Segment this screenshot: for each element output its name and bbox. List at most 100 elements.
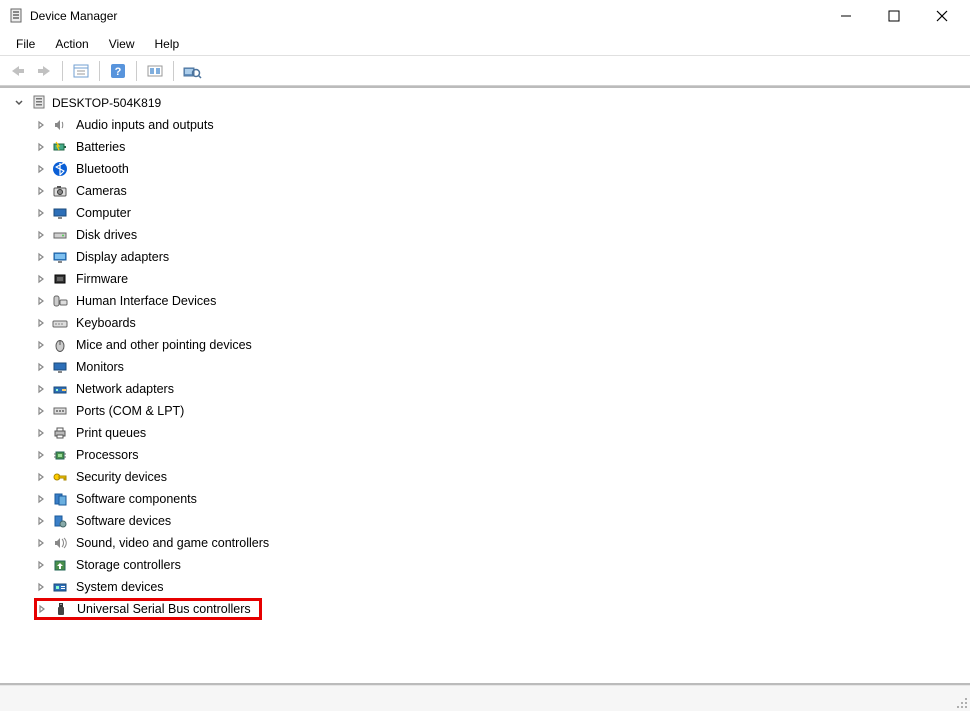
tree-node[interactable]: Network adapters <box>6 378 970 400</box>
resize-grip[interactable] <box>952 686 970 711</box>
tree-node[interactable]: Keyboards <box>6 312 970 334</box>
expand-icon[interactable] <box>36 472 50 482</box>
tree-node-label[interactable]: Batteries <box>74 139 127 155</box>
swdev-icon <box>50 512 70 530</box>
expand-icon[interactable] <box>36 340 50 350</box>
tree-node[interactable]: Print queues <box>6 422 970 444</box>
collapse-icon[interactable] <box>14 98 26 108</box>
expand-icon[interactable] <box>36 318 50 328</box>
expand-icon[interactable] <box>36 384 50 394</box>
tree-node[interactable]: Processors <box>6 444 970 466</box>
toolbar-separator <box>62 61 63 81</box>
tree-node-label[interactable]: Human Interface Devices <box>74 293 218 309</box>
properties-button[interactable] <box>69 59 93 83</box>
tree-node[interactable]: Firmware <box>6 268 970 290</box>
speaker-icon <box>50 116 70 134</box>
tree-node-label[interactable]: Software devices <box>74 513 173 529</box>
scan-button[interactable] <box>180 59 204 83</box>
tree-node-label[interactable]: Security devices <box>74 469 169 485</box>
expand-icon[interactable] <box>36 120 50 130</box>
tree-node-label[interactable]: Computer <box>74 205 133 221</box>
expand-icon[interactable] <box>36 560 50 570</box>
tree-node-label[interactable]: System devices <box>74 579 166 595</box>
tree-node-label[interactable]: Universal Serial Bus controllers <box>75 601 253 617</box>
tree-node[interactable]: Human Interface Devices <box>6 290 970 312</box>
tree-node[interactable]: Disk drives <box>6 224 970 246</box>
tree-node[interactable]: Mice and other pointing devices <box>6 334 970 356</box>
forward-button[interactable] <box>32 59 56 83</box>
expand-icon[interactable] <box>36 164 50 174</box>
tree-node-label[interactable]: Network adapters <box>74 381 176 397</box>
tree-node[interactable]: Ports (COM & LPT) <box>6 400 970 422</box>
tree-node-label[interactable]: Mice and other pointing devices <box>74 337 254 353</box>
tree-node-label[interactable]: Disk drives <box>74 227 139 243</box>
menu-action[interactable]: Action <box>45 34 98 54</box>
minimize-button[interactable] <box>832 2 860 30</box>
toolbar-separator <box>136 61 137 81</box>
menu-file[interactable]: File <box>6 34 45 54</box>
root-label[interactable]: DESKTOP-504K819 <box>52 96 161 110</box>
tree-node[interactable]: Storage controllers <box>6 554 970 576</box>
tree-node[interactable]: Cameras <box>6 180 970 202</box>
tree-node[interactable]: Computer <box>6 202 970 224</box>
tree-node[interactable]: Batteries <box>6 136 970 158</box>
tree-node[interactable]: Audio inputs and outputs <box>6 114 970 136</box>
tree-node-label[interactable]: Keyboards <box>74 315 138 331</box>
expand-icon[interactable] <box>36 516 50 526</box>
tree-node[interactable]: Sound, video and game controllers <box>6 532 970 554</box>
tree-node-label[interactable]: Ports (COM & LPT) <box>74 403 186 419</box>
help-button[interactable]: ? <box>106 59 130 83</box>
statusbar <box>0 685 970 711</box>
battery-icon <box>50 138 70 156</box>
close-button[interactable] <box>928 2 956 30</box>
back-button[interactable] <box>6 59 30 83</box>
tree-node[interactable]: Security devices <box>6 466 970 488</box>
usb-icon <box>51 600 71 618</box>
expand-icon[interactable] <box>36 538 50 548</box>
expand-icon[interactable] <box>36 296 50 306</box>
tree-node-label[interactable]: Firmware <box>74 271 130 287</box>
tree-node[interactable]: Bluetooth <box>6 158 970 180</box>
expand-icon[interactable] <box>36 406 50 416</box>
menu-help[interactable]: Help <box>145 34 190 54</box>
expand-icon[interactable] <box>36 252 50 262</box>
menu-view[interactable]: View <box>99 34 145 54</box>
tree-node-label[interactable]: Bluetooth <box>74 161 131 177</box>
tree-node[interactable]: Software components <box>6 488 970 510</box>
expand-icon[interactable] <box>37 604 51 614</box>
tree-node-label[interactable]: Software components <box>74 491 199 507</box>
expand-icon[interactable] <box>36 142 50 152</box>
network-icon <box>50 380 70 398</box>
port-icon <box>50 402 70 420</box>
expand-icon[interactable] <box>36 274 50 284</box>
tree-node-label[interactable]: Sound, video and game controllers <box>74 535 271 551</box>
tree-node[interactable]: Display adapters <box>6 246 970 268</box>
tree-node-label[interactable]: Cameras <box>74 183 129 199</box>
tree-node-label[interactable]: Display adapters <box>74 249 171 265</box>
key-icon <box>50 468 70 486</box>
tree-node[interactable]: Monitors <box>6 356 970 378</box>
tree-node-label[interactable]: Print queues <box>74 425 148 441</box>
expand-icon[interactable] <box>36 230 50 240</box>
tree-root[interactable]: DESKTOP-504K819 <box>6 92 970 114</box>
tree-node[interactable]: Universal Serial Bus controllers <box>6 598 970 620</box>
expand-icon[interactable] <box>36 428 50 438</box>
sound-icon <box>50 534 70 552</box>
expand-icon[interactable] <box>36 582 50 592</box>
maximize-button[interactable] <box>880 2 908 30</box>
display-icon <box>50 248 70 266</box>
expand-icon[interactable] <box>36 494 50 504</box>
tree-node-label[interactable]: Audio inputs and outputs <box>74 117 216 133</box>
tree-node[interactable]: System devices <box>6 576 970 598</box>
expand-icon[interactable] <box>36 450 50 460</box>
toolbar-separator <box>173 61 174 81</box>
tree-node[interactable]: Software devices <box>6 510 970 532</box>
tree-node-label[interactable]: Processors <box>74 447 141 463</box>
expand-icon[interactable] <box>36 208 50 218</box>
show-hidden-button[interactable] <box>143 59 167 83</box>
expand-icon[interactable] <box>36 362 50 372</box>
tree-node-label[interactable]: Monitors <box>74 359 126 375</box>
tree-node-label[interactable]: Storage controllers <box>74 557 183 573</box>
expand-icon[interactable] <box>36 186 50 196</box>
device-tree[interactable]: DESKTOP-504K819 Audio inputs and outputs… <box>0 86 970 685</box>
